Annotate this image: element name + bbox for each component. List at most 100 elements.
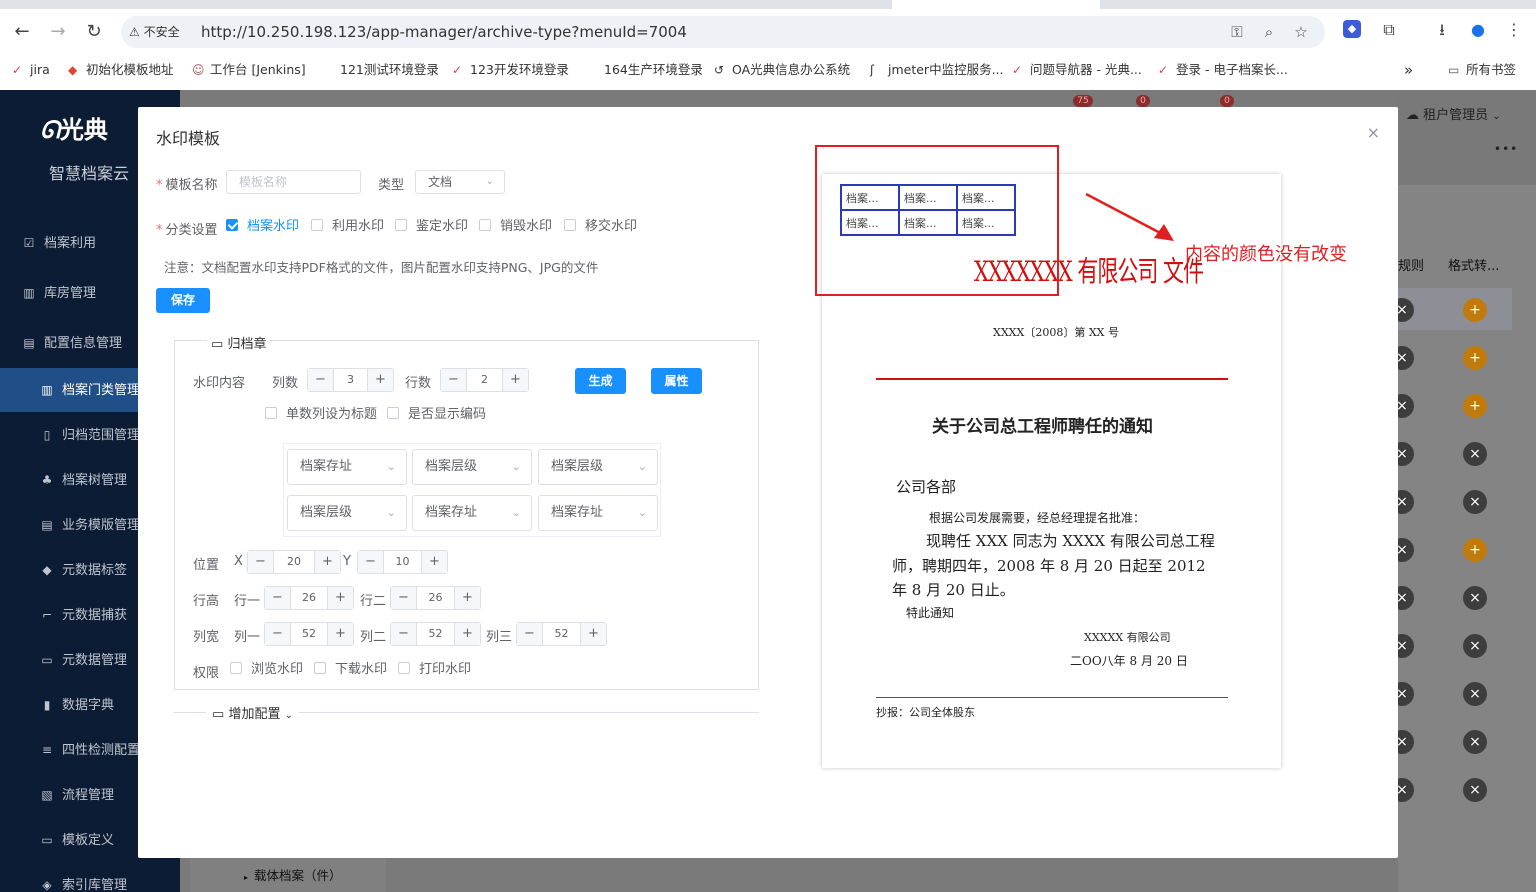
add-circle-icon[interactable]: + [1463, 346, 1487, 370]
download-icon[interactable]: ⭳ [1430, 18, 1454, 42]
close-circle-icon[interactable]: × [1463, 778, 1487, 802]
bookmark-template[interactable]: ◆ 初始化模板地址 [68, 58, 174, 82]
y-stepper[interactable]: −10 + [357, 550, 448, 574]
show-code-checkbox[interactable]: 是否显示编码 [387, 407, 486, 423]
security-indicator[interactable]: ⚠ 不安全 [129, 22, 180, 42]
plus-icon[interactable]: + [314, 551, 340, 573]
jenkins-icon: ☺ [192, 63, 205, 77]
close-circle-icon[interactable]: × [1463, 730, 1487, 754]
x-stepper[interactable]: −20 + [247, 550, 341, 574]
puzzle-icon[interactable]: ⧉ [1377, 18, 1401, 42]
close-icon[interactable]: × [1367, 123, 1380, 142]
plus-icon[interactable]: + [454, 587, 480, 609]
bookmark-issues[interactable]: ✓ 问题导航器 - 光典... [1012, 58, 1142, 82]
col3-width-stepper[interactable]: −52 + [516, 622, 607, 646]
odd-col-title-checkbox[interactable]: 单数列设为标题 [265, 407, 377, 423]
field-select[interactable]: 档案存址 ⌄ [287, 449, 407, 485]
star-icon[interactable]: ☆ [1291, 22, 1311, 42]
category-archive-checkbox[interactable]: 档案水印 [226, 219, 299, 235]
tree-item[interactable]: ▸ 载体档案（件） [244, 865, 342, 884]
field-select[interactable]: 档案层级 ⌄ [412, 449, 532, 485]
cols-stepper[interactable]: −3 + [307, 368, 394, 392]
menu-icon[interactable]: ⋮ [1502, 18, 1526, 42]
bookmarks-overflow[interactable]: » [1404, 58, 1413, 82]
profile-icon[interactable]: ● [1466, 18, 1490, 42]
add-circle-icon[interactable]: + [1463, 394, 1487, 418]
address-bar[interactable]: ⚠ 不安全 http://10.250.198.123/app-manager/… [121, 16, 1325, 48]
extension-icon[interactable]: ◆ [1343, 20, 1361, 38]
template-name-label: * 模板名称 [156, 178, 218, 193]
minus-icon[interactable]: − [391, 623, 417, 645]
tab-strip [0, 0, 1536, 9]
bookmark-oa[interactable]: ↺ OA光典信息办公系统 [714, 58, 850, 82]
minus-icon[interactable]: − [441, 369, 467, 391]
close-circle-icon[interactable]: × [1463, 442, 1487, 466]
bookmark-jira[interactable]: ✓ jira [12, 58, 50, 82]
plus-icon[interactable]: + [421, 551, 447, 573]
rows-stepper[interactable]: −2 + [440, 368, 529, 392]
bookmark-164[interactable]: 164生产环境登录 [604, 58, 703, 82]
minus-icon[interactable]: − [265, 623, 291, 645]
permission-browse-checkbox[interactable]: 浏览水印 [230, 662, 303, 678]
minus-icon[interactable]: − [265, 587, 291, 609]
plus-icon[interactable]: + [327, 587, 353, 609]
forward-icon[interactable]: → [44, 18, 72, 46]
key-icon[interactable]: ⚿ [1227, 22, 1247, 42]
category-destroy-checkbox[interactable]: 销毁水印 [479, 219, 552, 235]
close-circle-icon[interactable]: × [1463, 490, 1487, 514]
field-select[interactable]: 档案层级 ⌄ [287, 495, 407, 531]
bookmark-jenkins[interactable]: ☺ 工作台 [Jenkins] [192, 58, 306, 82]
col3-label: 列三 [486, 630, 513, 645]
plus-icon[interactable]: + [327, 623, 353, 645]
all-bookmarks[interactable]: ▭ 所有书签 [1448, 58, 1516, 82]
minus-icon[interactable]: − [308, 369, 334, 391]
bookmark-123[interactable]: ✓ 123开发环境登录 [452, 58, 569, 82]
add-circle-icon[interactable]: + [1463, 298, 1487, 322]
zoom-icon[interactable]: ⌕ [1259, 22, 1279, 42]
plus-icon[interactable]: + [454, 623, 480, 645]
bookmark-login[interactable]: ✓ 登录 - 电子档案长... [1158, 58, 1288, 82]
close-circle-icon[interactable]: × [1463, 586, 1487, 610]
minus-icon[interactable]: − [517, 623, 543, 645]
field-select[interactable]: 档案存址 ⌄ [538, 495, 658, 531]
plus-icon[interactable]: + [367, 369, 393, 391]
add-circle-icon[interactable]: + [1463, 538, 1487, 562]
caret-right-icon: ▸ [244, 873, 249, 882]
minus-icon[interactable]: − [391, 587, 417, 609]
sidebar-item-index[interactable]: ◈ 索引库管理 [0, 863, 180, 892]
template-name-input[interactable]: 模板名称 [226, 170, 361, 194]
bookmark-jmeter[interactable]: ʃ jmeter中监控服务... [870, 58, 1004, 82]
permission-download-checkbox[interactable]: 下载水印 [314, 662, 387, 678]
property-button[interactable]: 属性 [651, 368, 702, 394]
row2-height-stepper[interactable]: −26 + [390, 586, 481, 610]
col1-width-stepper[interactable]: −52 + [264, 622, 354, 646]
add-config-toggle[interactable]: ▭ 增加配置 ⌄ [206, 703, 299, 722]
close-circle-icon[interactable]: × [1463, 682, 1487, 706]
field-select[interactable]: 档案层级 ⌄ [538, 449, 658, 485]
minus-icon[interactable]: − [358, 551, 384, 573]
dialog-title: 水印模板 [156, 129, 221, 148]
more-icon[interactable]: ••• [1494, 142, 1518, 156]
row1-height-stepper[interactable]: −26 + [264, 586, 354, 610]
back-icon[interactable]: ← [8, 18, 36, 46]
minus-icon[interactable]: − [248, 551, 274, 573]
reload-icon[interactable]: ↻ [80, 18, 108, 46]
url-text[interactable]: http://10.250.198.123/app-manager/archiv… [201, 16, 687, 48]
bookmark-121[interactable]: 121测试环境登录 [340, 58, 439, 82]
generate-button[interactable]: 生成 [575, 368, 626, 394]
save-button[interactable]: 保存 [156, 288, 210, 313]
category-transfer-checkbox[interactable]: 移交水印 [564, 219, 637, 235]
close-circle-icon[interactable]: × [1463, 634, 1487, 658]
permission-print-checkbox[interactable]: 打印水印 [398, 662, 471, 678]
col1-label: 列一 [234, 630, 261, 645]
plus-icon[interactable]: + [502, 369, 528, 391]
category-appraisal-checkbox[interactable]: 鉴定水印 [395, 219, 468, 235]
user-menu[interactable]: ☁ 租户管理员 ⌄ [1406, 104, 1501, 123]
section-legend: ▭ 归档章 [207, 333, 271, 352]
active-tab[interactable] [892, 0, 1100, 9]
type-select[interactable]: 文档 ⌄ [415, 170, 505, 194]
field-select[interactable]: 档案存址 ⌄ [412, 495, 532, 531]
col2-width-stepper[interactable]: −52 + [390, 622, 481, 646]
plus-icon[interactable]: + [580, 623, 606, 645]
category-use-checkbox[interactable]: 利用水印 [311, 219, 384, 235]
